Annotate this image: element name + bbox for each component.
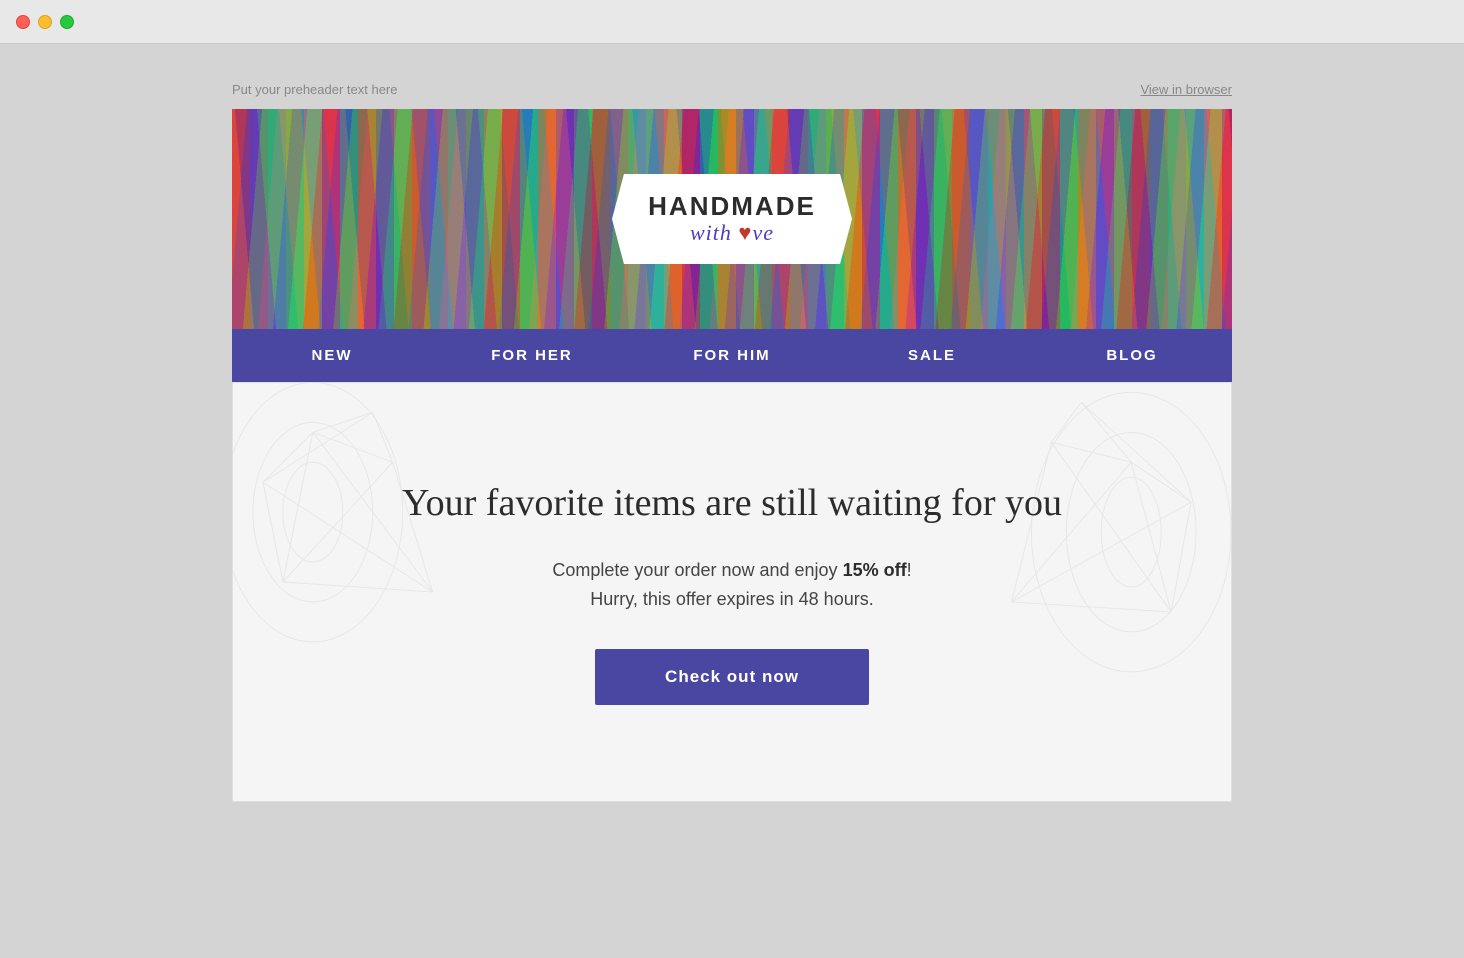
preheader-text: Put your preheader text here [232, 82, 398, 97]
nav-item-for-him[interactable]: FOR HIM [632, 329, 832, 382]
preheader-bar: Put your preheader text here View in bro… [232, 74, 1232, 109]
subtext-prefix: Complete your order now and enjoy [552, 560, 842, 580]
checkout-button[interactable]: Check out now [595, 649, 869, 705]
traffic-lights [16, 15, 74, 29]
logo-main-text: HANDMADE [644, 192, 820, 221]
subtext-suffix: ! [907, 560, 912, 580]
nav-item-for-her[interactable]: FOR HER [432, 329, 632, 382]
minimize-button[interactable] [38, 15, 52, 29]
nav-item-blog[interactable]: BLOG [1032, 329, 1232, 382]
content-area: Put your preheader text here View in bro… [0, 44, 1464, 958]
hero-banner: HANDMADE with ♥ve [232, 109, 1232, 329]
email-container: HANDMADE with ♥ve NEW FOR HER FOR HIM SA… [232, 109, 1232, 802]
logo-heart-icon: ♥ [738, 220, 752, 245]
logo-sub-text: with ♥ve [644, 220, 820, 246]
subtext-line2: Hurry, this offer expires in 48 hours. [590, 589, 873, 609]
nav-item-new[interactable]: NEW [232, 329, 432, 382]
main-content-section: Your favorite items are still waiting fo… [232, 382, 1232, 802]
close-button[interactable] [16, 15, 30, 29]
email-wrapper: Put your preheader text here View in bro… [232, 74, 1232, 928]
titlebar [0, 0, 1464, 44]
nav-bar: NEW FOR HER FOR HIM SALE BLOG [232, 329, 1232, 382]
logo-container: HANDMADE with ♥ve [612, 174, 852, 265]
headline: Your favorite items are still waiting fo… [402, 479, 1062, 528]
view-in-browser-link[interactable]: View in browser [1140, 82, 1232, 97]
subtext: Complete your order now and enjoy 15% of… [552, 556, 911, 614]
nav-item-sale[interactable]: SALE [832, 329, 1032, 382]
subtext-bold: 15% off [843, 560, 907, 580]
maximize-button[interactable] [60, 15, 74, 29]
